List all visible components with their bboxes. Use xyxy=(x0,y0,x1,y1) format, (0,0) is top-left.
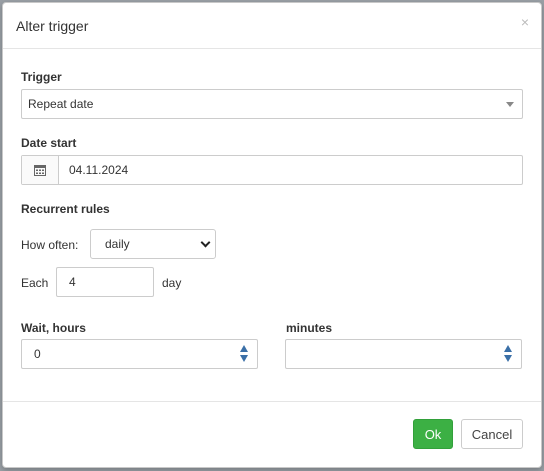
how-often-label: How often: xyxy=(21,238,79,252)
spin-up-icon[interactable] xyxy=(240,345,248,352)
recurrent-rules-label: Recurrent rules xyxy=(21,202,110,216)
spin-down-icon[interactable] xyxy=(504,355,512,362)
number-spinner[interactable] xyxy=(504,345,512,362)
spin-down-icon[interactable] xyxy=(240,355,248,362)
trigger-select-value: Repeat date xyxy=(28,97,94,111)
dialog-header: Alter trigger × xyxy=(3,3,541,49)
date-start-value: 04.11.2024 xyxy=(69,163,129,177)
wait-hours-input[interactable]: 0 xyxy=(21,339,258,369)
date-start-field[interactable]: 04.11.2024 xyxy=(21,155,523,185)
how-often-select[interactable]: daily xyxy=(90,229,216,259)
minutes-input[interactable] xyxy=(285,339,522,369)
close-icon[interactable]: × xyxy=(521,15,529,29)
spin-up-icon[interactable] xyxy=(504,345,512,352)
chevron-down-icon xyxy=(200,237,211,248)
footer-divider xyxy=(3,401,541,402)
trigger-select[interactable]: Repeat date xyxy=(21,89,523,119)
trigger-label: Trigger xyxy=(21,70,62,84)
number-spinner[interactable] xyxy=(240,345,248,362)
ok-button[interactable]: Ok xyxy=(413,419,453,449)
calendar-icon[interactable] xyxy=(22,156,59,184)
dialog-title: Alter trigger xyxy=(16,18,89,34)
wait-hours-label: Wait, hours xyxy=(21,321,86,335)
each-label: Each xyxy=(21,276,49,290)
unit-label: day xyxy=(162,276,182,290)
date-start-label: Date start xyxy=(21,136,77,150)
cancel-button[interactable]: Cancel xyxy=(461,419,523,449)
how-often-value: daily xyxy=(105,237,130,251)
each-input[interactable]: 4 xyxy=(56,267,154,297)
each-value: 4 xyxy=(69,275,76,289)
caret-down-icon xyxy=(506,102,514,107)
wait-hours-value: 0 xyxy=(34,347,41,361)
alter-trigger-dialog: Alter trigger × Trigger Repeat date Date… xyxy=(2,2,542,468)
minutes-label: minutes xyxy=(286,321,333,335)
